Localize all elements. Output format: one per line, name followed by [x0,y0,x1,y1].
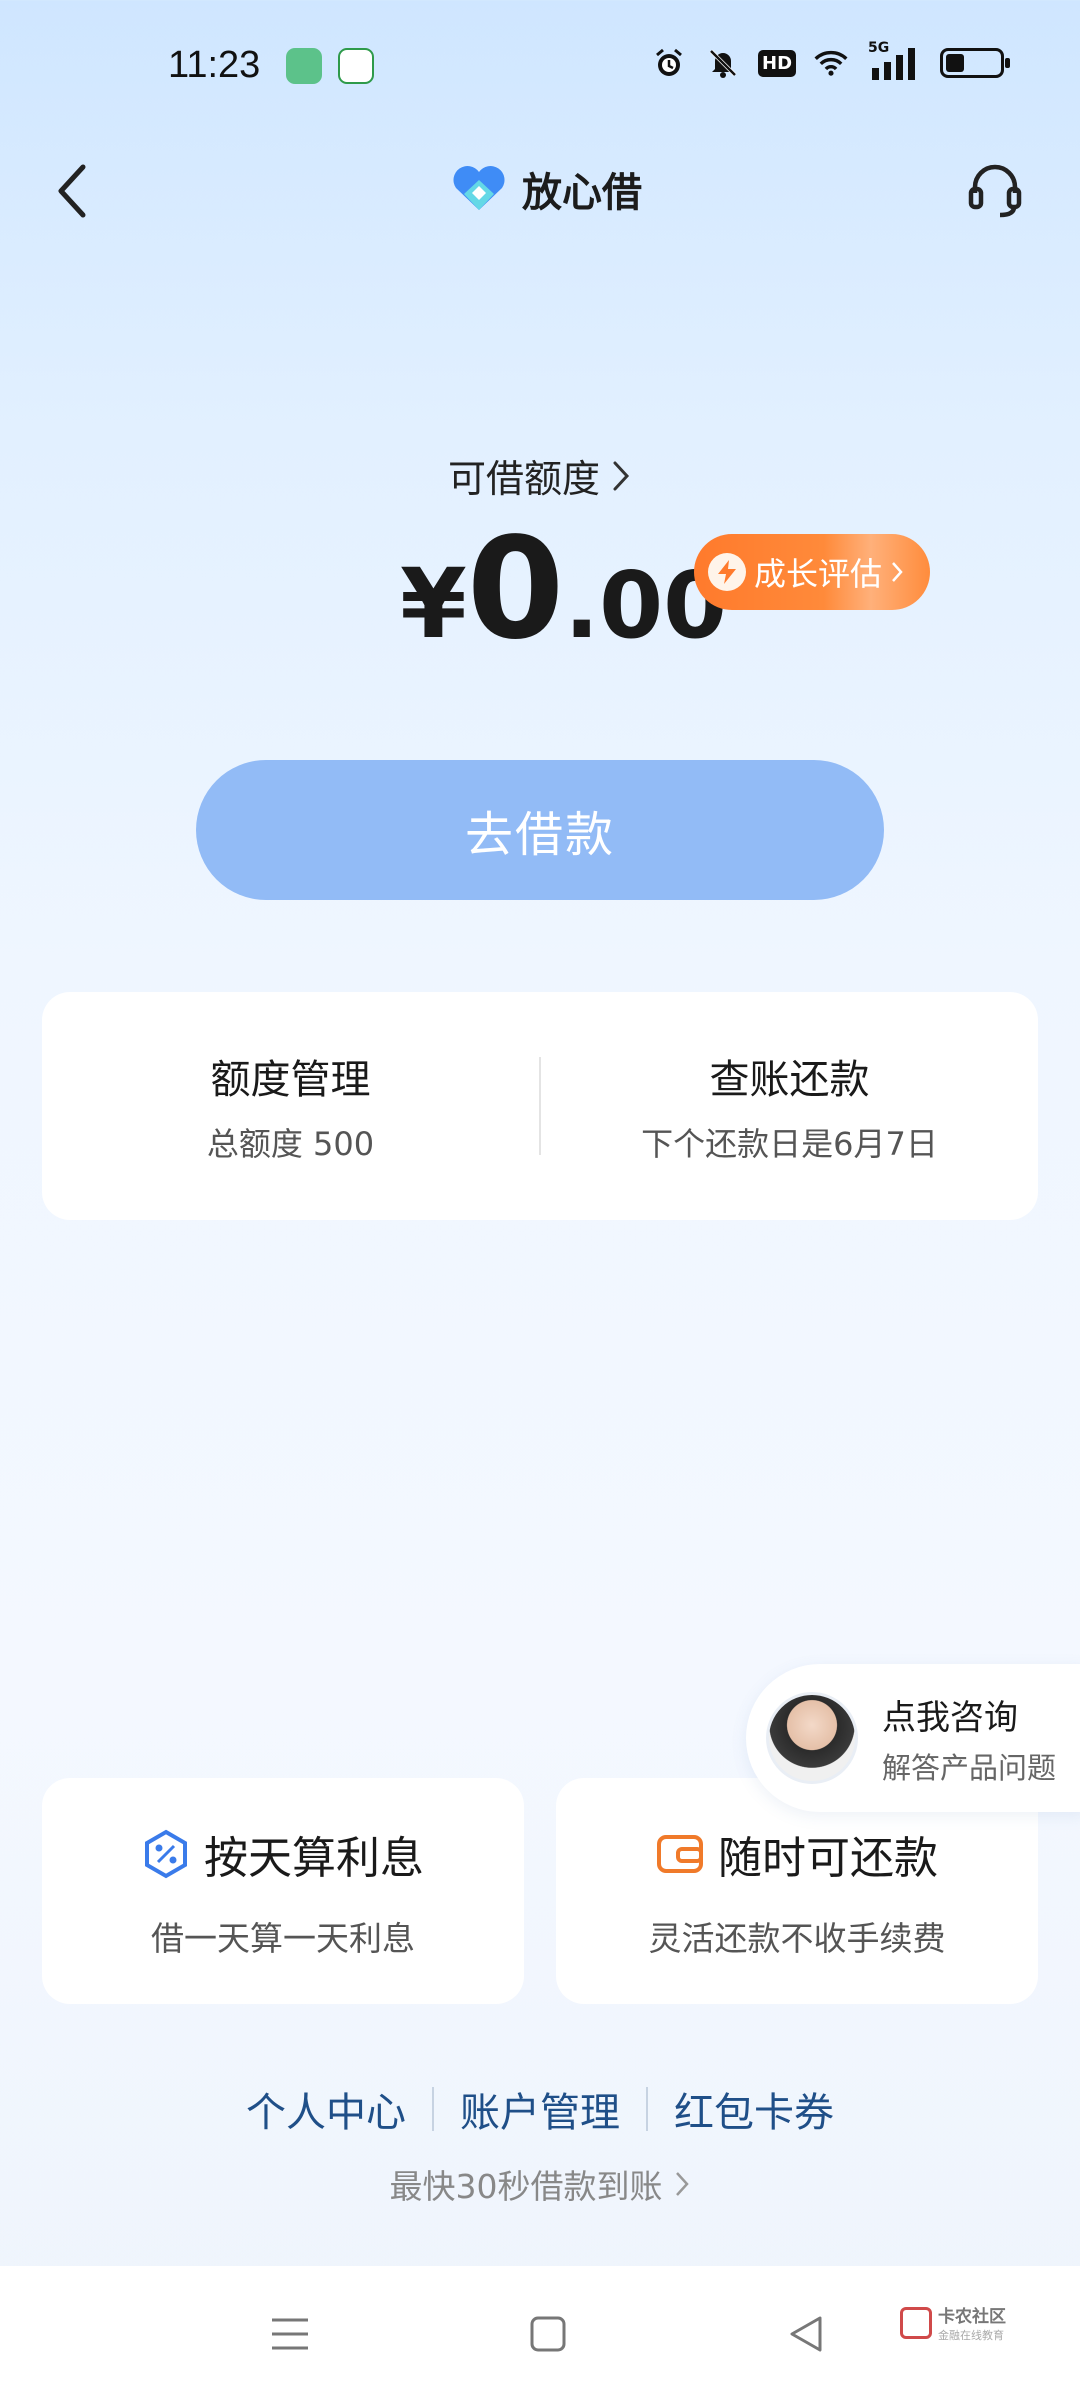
wallet-icon [657,1835,703,1873]
signal-icon: 5G [868,40,920,80]
chevron-right-icon [675,2172,689,2196]
hd-icon: HD [758,46,797,80]
shield-app-icon [286,48,322,84]
available-credit-link[interactable]: 可借额度 [0,448,1080,503]
consult-title: 点我咨询 [882,1697,1018,1738]
footer-links: 个人中心 账户管理 红包卡券 [0,2080,1080,2138]
headset-icon [968,164,1022,218]
status-bar: 11:23 HD 5G [0,0,1080,140]
amount-integer: 0 [466,508,565,671]
menu-icon [272,2318,308,2350]
currency-symbol: ¥ [400,548,467,660]
bill-repay-title: 查账还款 [709,1057,870,1103]
borrow-button-label: 去借款 [464,807,615,863]
summary-card: 额度管理 总额度 500 查账还款 下个还款日是6月7日 [42,992,1038,1220]
watermark-title: 卡农社区 [938,2307,1006,2327]
tagline-link[interactable]: 最快30秒借款到账 [0,2160,1080,2208]
app-logo: 放心借 [450,160,642,218]
chevron-left-icon [58,164,86,218]
triangle-back-icon [790,2316,822,2352]
chevron-right-icon [892,562,903,582]
available-credit-label: 可借额度 [447,457,600,501]
battery-icon [940,48,1010,78]
feature-sub: 借一天算一天利息 [151,1919,415,1958]
credit-amount: ¥ 0 .00 [400,508,727,671]
chevron-right-icon [613,461,630,490]
percent-hex-icon [145,1829,187,1879]
watermark-sub: 金融在线教育 [938,2329,1004,2342]
borrow-button[interactable]: 去借款 [196,760,884,900]
growth-assessment-button[interactable]: 成长评估 [694,534,930,610]
page-title: 放心借 [522,170,642,216]
growth-assessment-label: 成长评估 [754,555,883,593]
coupons-link[interactable]: 红包卡券 [648,2080,860,2138]
status-icons: HD 5G [652,40,1010,80]
bill-repay-item[interactable]: 查账还款 下个还款日是6月7日 [541,992,1038,1220]
mute-bell-icon [706,46,740,80]
next-repay-date-text: 下个还款日是6月7日 [641,1125,938,1163]
tagline-text: 最快30秒借款到账 [389,2167,663,2206]
square-home-icon [530,2316,566,2352]
home-button[interactable] [518,2304,578,2364]
watermark-logo [900,2306,932,2339]
alarm-icon [652,46,686,80]
credit-management-title: 额度管理 [210,1057,371,1103]
post-app-icon [338,48,374,84]
feature-card-daily-interest: 按天算利息 借一天算一天利息 [42,1778,524,2004]
back-button[interactable] [38,156,108,226]
heart-logo-icon [453,165,505,210]
feature-title: 随时可还款 [718,1833,938,1884]
agent-avatar [766,1692,858,1784]
customer-service-button[interactable] [960,156,1030,226]
account-management-link[interactable]: 账户管理 [434,2080,646,2138]
personal-center-link[interactable]: 个人中心 [220,2080,432,2138]
total-credit-text: 总额度 500 [206,1125,375,1163]
header: 放心借 [0,140,1080,240]
status-time: 11:23 [168,44,261,86]
system-back-button[interactable] [776,2304,836,2364]
recent-apps-button[interactable] [260,2304,320,2364]
watermark: 卡农社区 金融在线教育 [900,2302,1006,2343]
consult-sub: 解答产品问题 [882,1750,1057,1785]
wifi-icon [814,46,848,80]
feature-title: 按天算利息 [204,1833,424,1884]
system-nav-bar: 卡农社区 金融在线教育 [0,2266,1080,2400]
credit-management-item[interactable]: 额度管理 总额度 500 [42,992,539,1220]
feature-sub: 灵活还款不收手续费 [648,1919,946,1958]
bolt-icon [708,553,746,591]
consult-button[interactable]: 点我咨询 解答产品问题 [746,1664,1080,1812]
